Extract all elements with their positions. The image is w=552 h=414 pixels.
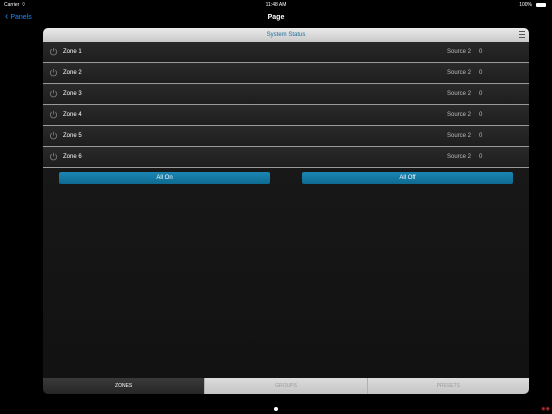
power-icon[interactable] — [49, 152, 58, 161]
zone-level: 0 — [479, 133, 483, 139]
zone-name: Zone 4 — [63, 112, 82, 118]
zone-level: 0 — [479, 49, 483, 55]
zone-source: Source 2 — [447, 133, 472, 139]
battery-icon — [536, 3, 546, 7]
zone-name: Zone 5 — [63, 133, 82, 139]
panel-header: System Status — [43, 28, 529, 42]
page-indicator-dot — [274, 407, 278, 411]
power-icon[interactable] — [49, 131, 58, 140]
tab-bar: ZONES GROUPS PRESETS — [43, 378, 529, 394]
power-icon[interactable] — [49, 68, 58, 77]
zone-level: 0 — [479, 112, 483, 118]
all-on-button[interactable]: All On — [59, 172, 270, 184]
zone-row[interactable]: Zone 4 Source 2 0 — [43, 105, 529, 126]
zone-level: 0 — [479, 70, 483, 76]
power-icon[interactable] — [49, 47, 58, 56]
zone-name: Zone 3 — [63, 91, 82, 97]
zone-name: Zone 2 — [63, 70, 82, 76]
zone-source: Source 2 — [447, 154, 472, 160]
navigation-bar: ‹ Panels Page — [0, 10, 552, 26]
all-off-button[interactable]: All Off — [302, 172, 513, 184]
status-bar: Carrier ⌔ 11:48 AM 100% — [0, 0, 552, 10]
battery-percent: 100% — [519, 2, 532, 8]
tab-zones[interactable]: ZONES — [43, 378, 205, 394]
zone-source: Source 2 — [447, 70, 472, 76]
power-icon[interactable] — [49, 110, 58, 119]
zone-name: Zone 1 — [63, 49, 82, 55]
tab-presets[interactable]: PRESETS — [366, 378, 529, 394]
zone-row[interactable]: Zone 3 Source 2 0 — [43, 84, 529, 105]
zone-name: Zone 6 — [63, 154, 82, 160]
page-title: Page — [267, 14, 285, 21]
zone-row[interactable]: Zone 1 Source 2 0 — [43, 42, 529, 63]
brand-logo-icon: ◉◉ — [541, 406, 550, 412]
zone-row[interactable]: Zone 5 Source 2 0 — [43, 126, 529, 147]
menu-icon[interactable] — [519, 31, 525, 38]
panel-title: System Status — [266, 32, 306, 38]
clock: 11:48 AM — [265, 2, 287, 8]
zone-row[interactable]: Zone 2 Source 2 0 — [43, 63, 529, 84]
tab-groups[interactable]: GROUPS — [204, 378, 367, 394]
zone-source: Source 2 — [447, 49, 472, 55]
zone-source: Source 2 — [447, 91, 472, 97]
system-status-panel: System Status Zone 1 Source 2 0 Zone 2 S… — [43, 28, 529, 394]
zone-level: 0 — [479, 154, 483, 160]
zone-level: 0 — [479, 91, 483, 97]
zone-source: Source 2 — [447, 112, 472, 118]
zone-row[interactable]: Zone 6 Source 2 0 — [43, 147, 529, 168]
power-icon[interactable] — [49, 89, 58, 98]
